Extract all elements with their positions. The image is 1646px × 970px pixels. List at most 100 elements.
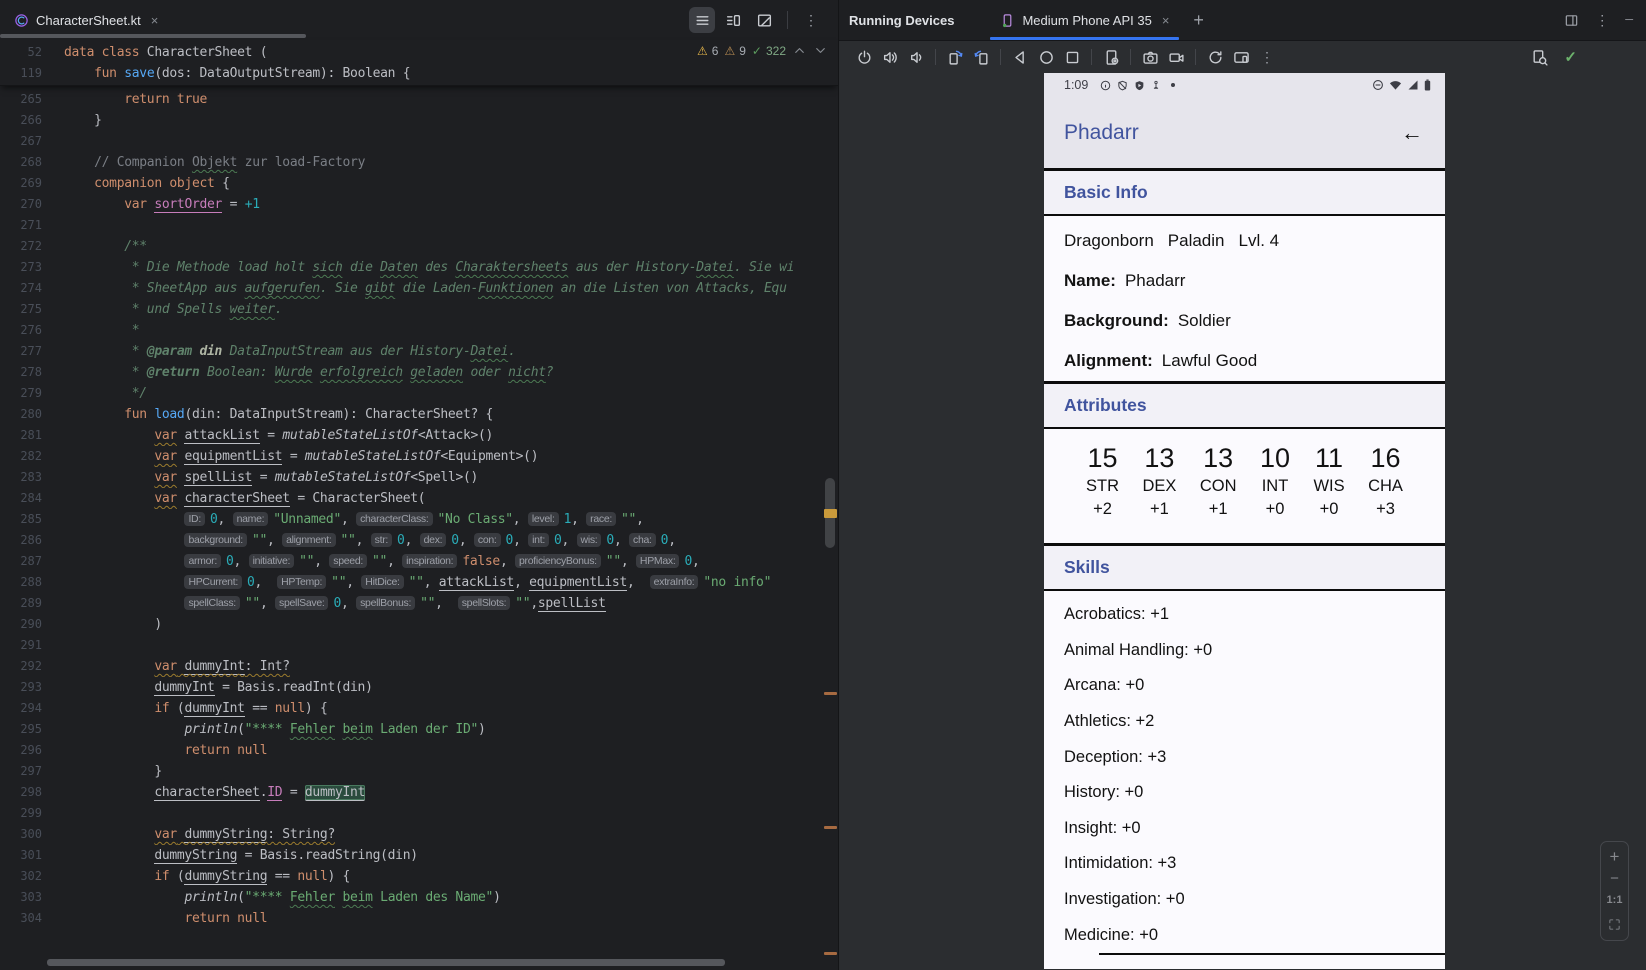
code-text: armor:0, initiative:"", speed:"", inspir… bbox=[64, 551, 700, 572]
chevron-up-icon[interactable] bbox=[792, 43, 807, 58]
split-view-icon bbox=[725, 12, 742, 29]
skill-row: Investigation: +0 bbox=[1064, 882, 1425, 918]
code-line: 296 return null bbox=[0, 740, 838, 761]
code-line: 284 var characterSheet = CharacterSheet( bbox=[0, 488, 838, 509]
basic-info-row: Alignment:Lawful Good bbox=[1064, 341, 1425, 381]
attribute-column: 15STR+2 bbox=[1086, 443, 1119, 519]
design-view-button[interactable] bbox=[751, 7, 777, 33]
add-device-tab-button[interactable]: + bbox=[1193, 10, 1204, 31]
stripe-warning-mark[interactable] bbox=[824, 509, 837, 518]
code-text: * Die Methode load holt sich die Daten d… bbox=[64, 257, 794, 278]
code-line: 286 background:"", alignment:"", str:0, … bbox=[0, 530, 838, 551]
code-line: 275 * und Spells weiter. bbox=[0, 299, 838, 320]
device-tab-medium-phone[interactable]: Medium Phone API 35 × bbox=[990, 0, 1179, 40]
section-header-attributes: Attributes bbox=[1044, 384, 1445, 429]
screenshot-compare-icon[interactable] bbox=[1531, 49, 1548, 66]
snapshot-button[interactable] bbox=[1202, 45, 1228, 69]
attribute-score: 16 bbox=[1368, 443, 1403, 473]
chevron-down-icon[interactable] bbox=[813, 43, 828, 58]
attribute-modifier: +1 bbox=[1142, 499, 1176, 519]
close-icon[interactable]: × bbox=[151, 13, 159, 28]
wifi-icon bbox=[1389, 79, 1402, 91]
code-text: fun load(din: DataInputStream): Characte… bbox=[64, 404, 493, 425]
sticky-lines[interactable]: ⚠6 ⚠9 ✓322 52data class CharacterSheet (… bbox=[0, 40, 838, 86]
rotate-right-icon bbox=[973, 49, 990, 66]
line-number: 295 bbox=[0, 719, 64, 740]
rotate-right-button[interactable] bbox=[968, 45, 994, 69]
code-line: 288 HPCurrent:0, HPTemp:"", HitDice:"", … bbox=[0, 572, 838, 593]
code-line: 269 companion object { bbox=[0, 173, 838, 194]
rotate-left-button[interactable] bbox=[942, 45, 968, 69]
line-number: 277 bbox=[0, 341, 64, 362]
code-line: 276 * bbox=[0, 320, 838, 341]
volume-up-button[interactable] bbox=[877, 45, 903, 69]
home-button[interactable] bbox=[1033, 45, 1059, 69]
editor-horizontal-scrollbar[interactable] bbox=[47, 959, 725, 966]
code-line: 287 armor:0, initiative:"", speed:"", in… bbox=[0, 551, 838, 572]
stripe-mark[interactable] bbox=[824, 692, 837, 695]
minimize-icon[interactable]: ─ bbox=[1625, 14, 1633, 26]
code-line: 266 } bbox=[0, 110, 838, 131]
line-number: 268 bbox=[0, 152, 64, 173]
editor-options-button[interactable]: ⋮ bbox=[798, 7, 824, 33]
code-text: characterSheet.ID = dummyInt bbox=[64, 782, 365, 803]
code-line: 298 characterSheet.ID = dummyInt bbox=[0, 782, 838, 803]
emulator-toolbar: ⋮ ✓ bbox=[839, 41, 1646, 73]
inspections-widget[interactable]: ⚠6 ⚠9 ✓322 bbox=[689, 43, 828, 58]
line-number: 303 bbox=[0, 887, 64, 908]
skill-row: History: +0 bbox=[1064, 775, 1425, 811]
zoom-reset-button[interactable]: 1:1 bbox=[1607, 894, 1623, 906]
device-settings-button[interactable] bbox=[1098, 45, 1124, 69]
code-text: ) bbox=[64, 614, 162, 635]
running-devices-panel: Running Devices Medium Phone API 35 × + … bbox=[838, 0, 1646, 970]
line-number: 272 bbox=[0, 236, 64, 257]
tab-scrollbar[interactable] bbox=[0, 34, 306, 38]
line-number: 280 bbox=[0, 404, 64, 425]
kebab-icon[interactable]: ⋮ bbox=[1595, 12, 1609, 29]
back-button[interactable] bbox=[1007, 45, 1033, 69]
close-icon[interactable]: × bbox=[1162, 13, 1170, 28]
power-button[interactable] bbox=[851, 45, 877, 69]
line-number: 273 bbox=[0, 257, 64, 278]
code-text: fun save(dos: DataOutputStream): Boolean… bbox=[64, 63, 410, 84]
line-number: 271 bbox=[0, 215, 64, 236]
line-number: 286 bbox=[0, 530, 64, 551]
shield-off-icon bbox=[1117, 80, 1128, 91]
code-lines[interactable]: 265 return true266 }267268 // Companion … bbox=[0, 89, 838, 970]
attribute-modifier: +1 bbox=[1200, 499, 1237, 519]
toolbar-more-button[interactable]: ⋮ bbox=[1254, 45, 1280, 69]
section-header-basic-info: Basic Info bbox=[1044, 171, 1445, 216]
line-number: 279 bbox=[0, 383, 64, 404]
phone-screen[interactable]: 1:09 Phadarr ← Basic I bbox=[1044, 73, 1445, 969]
code-text: data class CharacterSheet ( bbox=[64, 42, 267, 63]
split-preview-button[interactable] bbox=[720, 7, 746, 33]
rotate-left-icon bbox=[947, 49, 964, 66]
restore-arrow-icon bbox=[1207, 49, 1224, 66]
window-layout-icon[interactable] bbox=[1564, 13, 1579, 28]
volume-down-button[interactable] bbox=[903, 45, 929, 69]
code-text: companion object { bbox=[64, 173, 230, 194]
reader-mode-button[interactable] bbox=[689, 7, 715, 33]
line-number: 292 bbox=[0, 656, 64, 677]
line-number: 296 bbox=[0, 740, 64, 761]
screenshot-button[interactable] bbox=[1137, 45, 1163, 69]
overview-button[interactable] bbox=[1059, 45, 1085, 69]
zoom-controls: + − 1:1 bbox=[1600, 841, 1629, 941]
zoom-out-button[interactable]: − bbox=[1610, 875, 1619, 883]
screen-record-button[interactable] bbox=[1163, 45, 1189, 69]
line-number: 265 bbox=[0, 89, 64, 110]
stripe-mark[interactable] bbox=[824, 952, 837, 955]
attribute-name: CHA bbox=[1368, 476, 1403, 496]
kebab-icon: ⋮ bbox=[1260, 49, 1274, 66]
app-title: Phadarr bbox=[1064, 121, 1139, 145]
code-text: } bbox=[64, 110, 102, 131]
class-line: Dragonborn Paladin Lvl. 4 bbox=[1064, 221, 1425, 261]
zoom-in-button[interactable]: + bbox=[1610, 850, 1620, 864]
zoom-fit-icon[interactable] bbox=[1607, 917, 1622, 932]
code-text: var attackList = mutableStateListOf<Atta… bbox=[64, 425, 493, 446]
device-ui-shortcuts-button[interactable] bbox=[1228, 45, 1254, 69]
back-arrow-icon[interactable]: ← bbox=[1401, 122, 1423, 144]
code-text: println("**** Fehler beim Laden der ID") bbox=[64, 719, 486, 740]
code-line: 303 println("**** Fehler beim Laden des … bbox=[0, 887, 838, 908]
stripe-mark[interactable] bbox=[824, 826, 837, 829]
